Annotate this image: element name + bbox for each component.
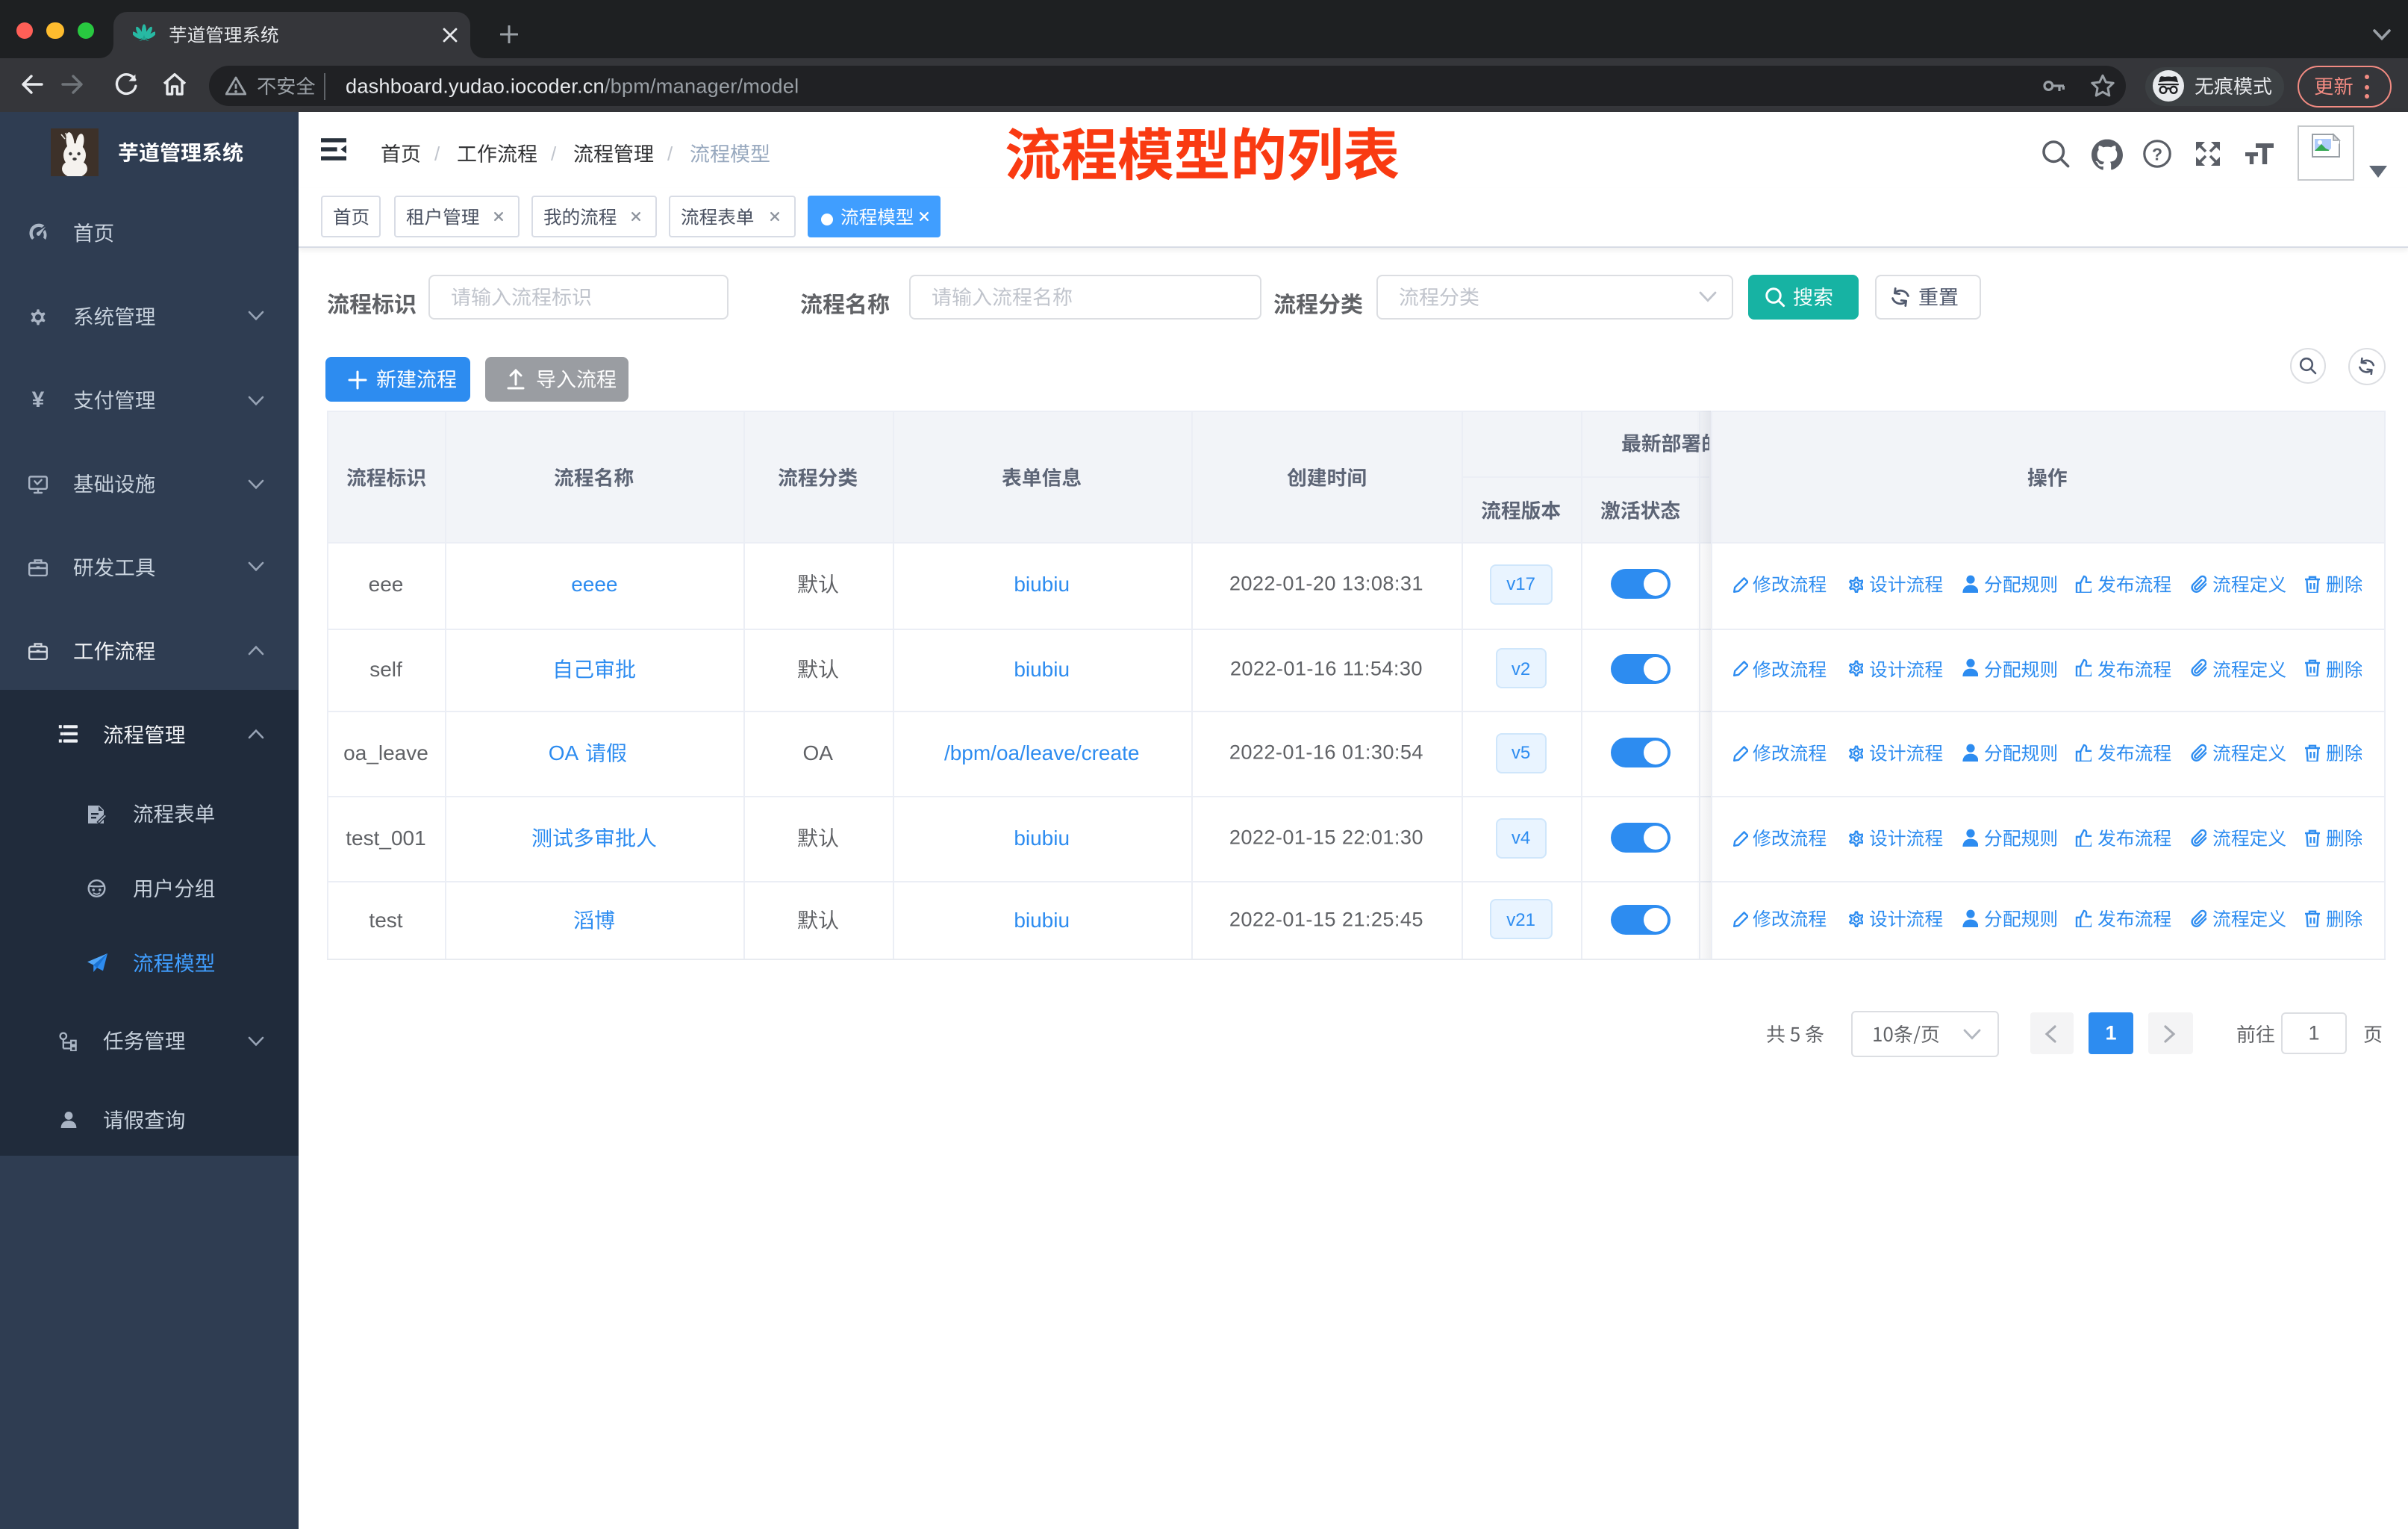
svg-text:?: ? <box>2152 144 2162 164</box>
